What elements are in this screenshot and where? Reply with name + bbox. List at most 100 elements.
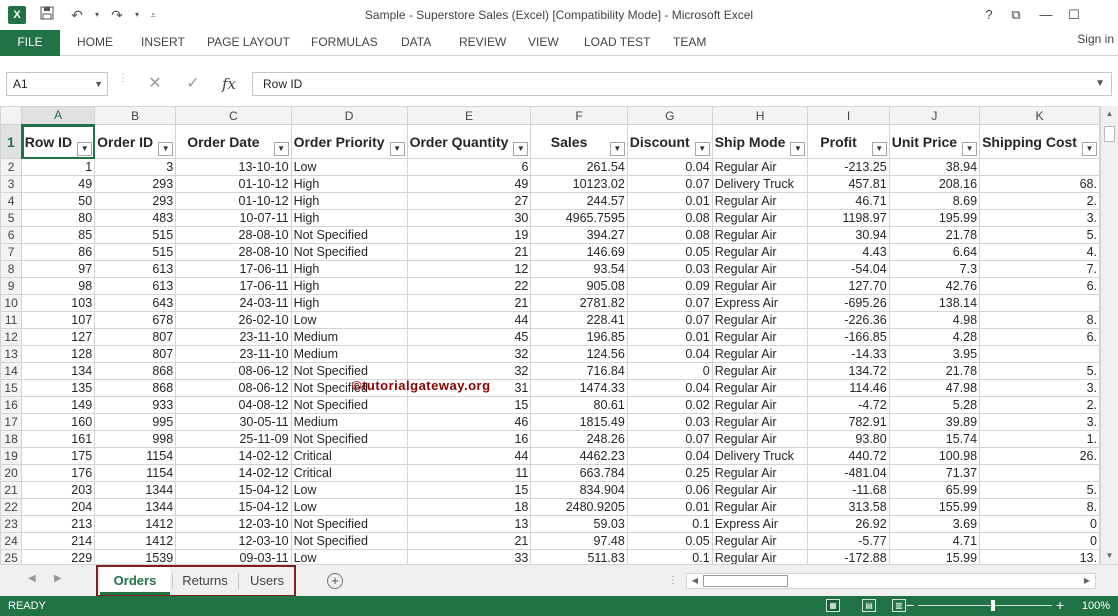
maximize-button[interactable]: ☐	[1062, 4, 1086, 26]
cell[interactable]: 1.	[979, 430, 1100, 448]
row-header[interactable]: 2	[0, 158, 23, 176]
vertical-scrollbar[interactable]: ▲ ▼	[1100, 106, 1118, 564]
row-header[interactable]: 8	[0, 260, 23, 278]
cell[interactable]: 49	[21, 175, 96, 193]
cell[interactable]: 138.14	[888, 294, 981, 312]
cell[interactable]: Critical	[290, 464, 408, 482]
cell[interactable]: 128	[21, 345, 96, 363]
cell[interactable]: 613	[94, 277, 177, 295]
cell[interactable]: 0.05	[626, 243, 713, 261]
cell[interactable]: 440.72	[807, 447, 890, 465]
row-header[interactable]: 18	[0, 430, 23, 448]
cell[interactable]: 134	[21, 362, 96, 380]
worksheet-grid[interactable]: ABCDEFGHIJK 1 Row ID ▼ Order ID ▼ Order Date ▼…	[0, 106, 1100, 564]
cell[interactable]: 4.28	[888, 328, 981, 346]
cell[interactable]: 71.37	[888, 464, 981, 482]
cell[interactable]: 12	[406, 260, 532, 278]
cell[interactable]: 1344	[94, 481, 177, 499]
cell[interactable]: 0.03	[626, 413, 713, 431]
scroll-down-icon[interactable]: ▼	[1101, 548, 1118, 564]
cell[interactable]: 716.84	[530, 362, 628, 380]
cell[interactable]: 313.58	[807, 498, 890, 516]
cell[interactable]: 27	[406, 192, 532, 210]
cell[interactable]: 5.28	[888, 396, 981, 414]
cell[interactable]: 114.46	[807, 379, 890, 397]
header-cell[interactable]: Row ID ▼	[21, 124, 96, 159]
cell[interactable]: 59.03	[530, 515, 628, 533]
cell[interactable]: 0	[626, 362, 713, 380]
row-header[interactable]: 9	[0, 277, 23, 295]
filter-dropdown-icon[interactable]: ▼	[513, 142, 529, 156]
formula-input[interactable]: Row ID ▼	[252, 72, 1112, 96]
cell[interactable]: High	[290, 260, 408, 278]
cell[interactable]: 5.	[979, 226, 1100, 244]
cell[interactable]: 0.09	[626, 277, 713, 295]
row-header[interactable]: 17	[0, 413, 23, 431]
cell[interactable]: 15-04-12	[175, 481, 292, 499]
row-header[interactable]: 15	[0, 379, 23, 397]
cell[interactable]: Regular Air	[711, 464, 809, 482]
enter-icon[interactable]: ✓	[180, 72, 206, 96]
cell[interactable]: 80	[21, 209, 96, 227]
insert-function-icon[interactable]: fx	[212, 72, 246, 96]
filter-dropdown-icon[interactable]: ▼	[871, 142, 887, 156]
tab-split-handle-icon[interactable]: ⋮	[668, 575, 678, 586]
cell[interactable]: Medium	[290, 328, 408, 346]
cell[interactable]: 807	[94, 328, 177, 346]
expand-formula-bar-icon[interactable]: ▼	[1095, 73, 1105, 95]
name-box[interactable]: A1 ▼	[6, 72, 108, 96]
cell[interactable]: 21	[406, 243, 532, 261]
cell[interactable]: 2480.9205	[530, 498, 628, 516]
tab-review[interactable]: REVIEW	[459, 30, 506, 56]
row-header[interactable]: 21	[0, 481, 23, 499]
cell[interactable]: 2.	[979, 396, 1100, 414]
row-header[interactable]: 4	[0, 192, 23, 210]
cell[interactable]: 10-07-11	[175, 209, 292, 227]
row-header[interactable]: 10	[0, 294, 23, 312]
cell[interactable]: 15	[406, 396, 532, 414]
row-header[interactable]: 13	[0, 345, 23, 363]
cell[interactable]: Not Specified	[290, 532, 408, 550]
cell[interactable]: Regular Air	[711, 498, 809, 516]
cell[interactable]: 32	[406, 345, 532, 363]
row-header[interactable]: 6	[0, 226, 23, 244]
cell[interactable]: 09-03-11	[175, 549, 292, 564]
cell[interactable]	[979, 294, 1100, 312]
cell[interactable]: 23-11-10	[175, 345, 292, 363]
cell[interactable]: 3.	[979, 209, 1100, 227]
cell[interactable]: 678	[94, 311, 177, 329]
cell[interactable]: 1154	[94, 447, 177, 465]
cell[interactable]: 28-08-10	[175, 226, 292, 244]
header-cell[interactable]: Discount ▼	[626, 124, 713, 159]
cell[interactable]: Regular Air	[711, 362, 809, 380]
cell[interactable]: 2.	[979, 192, 1100, 210]
scroll-right-icon[interactable]: ▶	[1079, 574, 1095, 588]
cell[interactable]: 26-02-10	[175, 311, 292, 329]
cell[interactable]: Not Specified	[290, 243, 408, 261]
row-header[interactable]: 11	[0, 311, 23, 329]
cell[interactable]: Regular Air	[711, 549, 809, 564]
filter-dropdown-icon[interactable]: ▼	[694, 142, 710, 156]
row-header[interactable]: 16	[0, 396, 23, 414]
tab-file[interactable]: FILE	[0, 30, 60, 56]
cell[interactable]: 160	[21, 413, 96, 431]
zoom-in-icon[interactable]: +	[1056, 597, 1064, 613]
column-header[interactable]: F	[530, 106, 628, 125]
cell[interactable]: 98	[21, 277, 96, 295]
cell[interactable]: 24-03-11	[175, 294, 292, 312]
next-sheet-icon[interactable]: ▶	[54, 573, 62, 584]
cell[interactable]: Medium	[290, 413, 408, 431]
cell[interactable]: 868	[94, 379, 177, 397]
cell[interactable]: 0.07	[626, 175, 713, 193]
cell[interactable]: 01-10-12	[175, 192, 292, 210]
filter-dropdown-icon[interactable]: ▼	[273, 142, 289, 156]
row-header[interactable]: 5	[0, 209, 23, 227]
scroll-up-icon[interactable]: ▲	[1101, 106, 1118, 122]
cell[interactable]: Regular Air	[711, 158, 809, 176]
normal-view-icon[interactable]: ▦	[826, 599, 840, 612]
cell[interactable]: 0.1	[626, 549, 713, 564]
cell[interactable]: 195.99	[888, 209, 981, 227]
cell[interactable]: 3.	[979, 379, 1100, 397]
cell[interactable]: -11.68	[807, 481, 890, 499]
cell[interactable]: 0.01	[626, 192, 713, 210]
